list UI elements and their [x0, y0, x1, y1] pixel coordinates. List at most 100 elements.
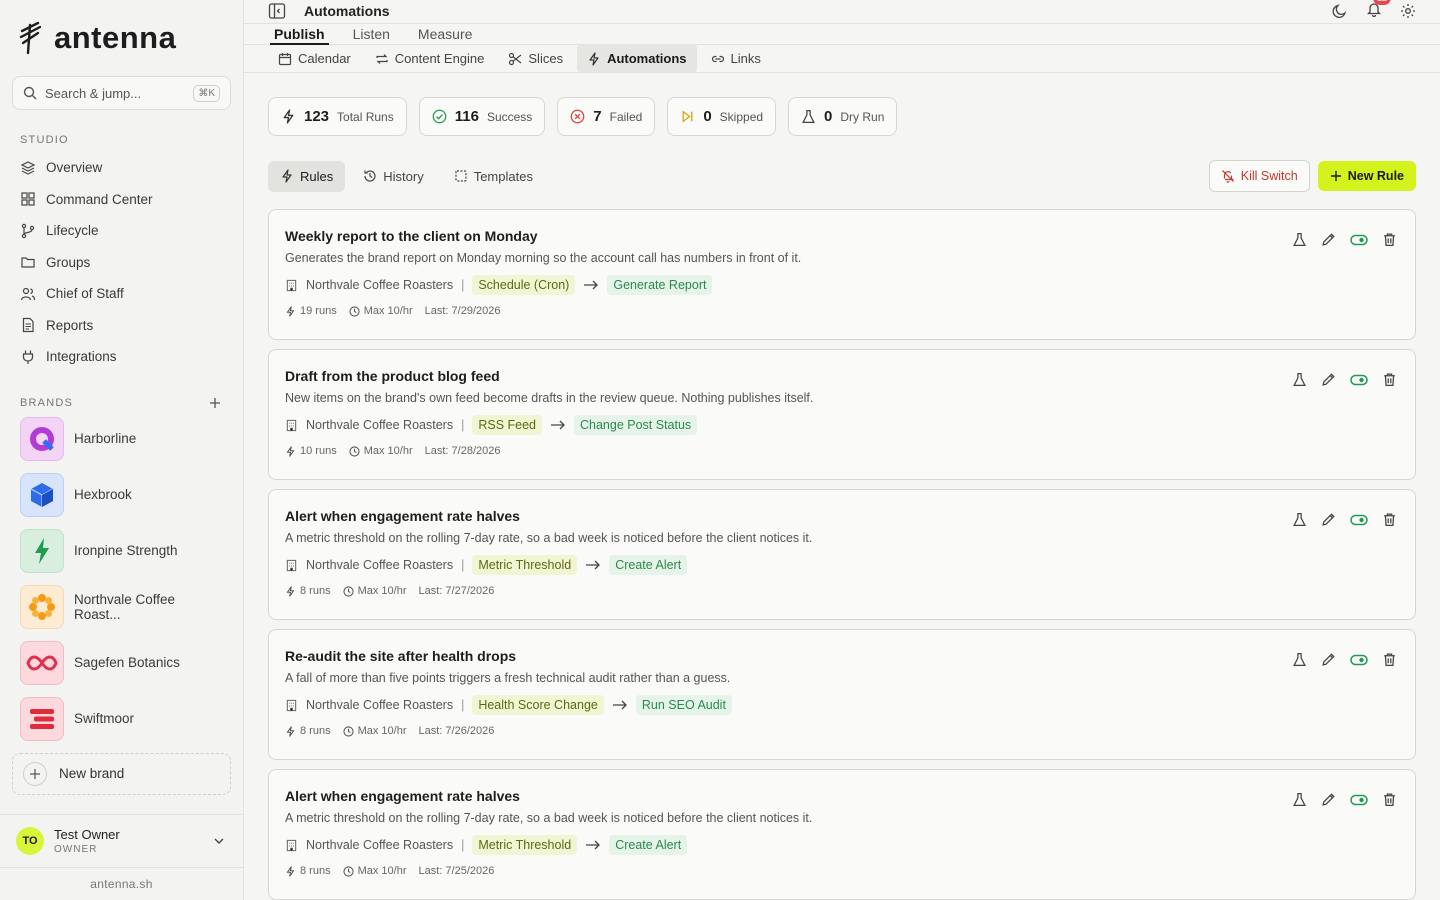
user-menu[interactable]: TO Test Owner OWNER — [0, 814, 243, 868]
flask-icon[interactable] — [1292, 232, 1307, 247]
page-title: Automations — [304, 3, 390, 20]
tab-rules[interactable]: Rules — [268, 160, 346, 192]
rule-runs: 10 runs — [285, 445, 337, 457]
toggle-on-icon[interactable] — [1350, 794, 1368, 806]
stat-skipped[interactable]: 0 Skipped — [667, 97, 777, 136]
rule-card[interactable]: Re-audit the site after health drops A f… — [268, 629, 1416, 760]
logo-text: antenna — [54, 20, 177, 55]
brand-item-northvale[interactable]: Northvale Coffee Roast... — [0, 579, 243, 635]
rule-card[interactable]: Draft from the product blog feed New ite… — [268, 349, 1416, 480]
brand-item-sagefen[interactable]: Sagefen Botanics — [0, 635, 243, 691]
gear-icon[interactable] — [1400, 3, 1416, 19]
rules-list: Weekly report to the client on Monday Ge… — [268, 209, 1416, 900]
pencil-icon[interactable] — [1321, 232, 1336, 247]
toggle-on-icon[interactable] — [1350, 234, 1368, 246]
bolt-icon — [589, 51, 599, 66]
rule-runs: 19 runs — [285, 305, 337, 317]
trash-icon[interactable] — [1382, 372, 1397, 387]
new-brand-button[interactable]: New brand — [12, 752, 231, 795]
bolt-icon — [286, 585, 295, 597]
branch-icon — [21, 223, 35, 238]
toggle-on-icon[interactable] — [1350, 654, 1368, 666]
tab-automations[interactable]: Automations — [577, 45, 697, 72]
stat-failed[interactable]: 7 Failed — [557, 97, 656, 136]
tab-listen[interactable]: Listen — [353, 24, 390, 44]
pencil-icon[interactable] — [1321, 372, 1336, 387]
moon-icon[interactable] — [1332, 3, 1348, 19]
tab-history[interactable]: History — [351, 161, 435, 192]
stat-success[interactable]: 116 Success — [418, 97, 546, 136]
trash-icon[interactable] — [1382, 652, 1397, 667]
pencil-icon[interactable] — [1321, 652, 1336, 667]
clock-icon — [343, 585, 354, 597]
rule-rate-limit: Max 10/hr — [349, 305, 413, 317]
stat-total-runs[interactable]: 123 Total Runs — [268, 97, 407, 136]
sidebar-item-command-center[interactable]: Command Center — [0, 184, 243, 216]
scissors-icon — [509, 52, 522, 65]
swiftmoor-logo-icon — [20, 696, 64, 741]
plug-icon — [22, 350, 34, 364]
flask-icon[interactable] — [1292, 792, 1307, 807]
rule-title: Re-audit the site after health drops — [285, 648, 517, 664]
repeat-icon — [376, 53, 388, 64]
tab-measure[interactable]: Measure — [418, 24, 472, 44]
users-icon — [20, 287, 36, 300]
stat-dry-run[interactable]: 0 Dry Run — [788, 97, 898, 136]
notifications-button[interactable]: 12 — [1366, 0, 1391, 22]
pencil-icon[interactable] — [1321, 792, 1336, 807]
sidebar-item-reports[interactable]: Reports — [0, 310, 243, 342]
trash-icon[interactable] — [1382, 792, 1397, 807]
pencil-icon[interactable] — [1321, 512, 1336, 527]
trash-icon[interactable] — [1382, 232, 1397, 247]
rule-brand: Northvale Coffee Roasters — [306, 698, 454, 712]
sidebar-item-overview[interactable]: Overview — [0, 152, 243, 184]
flask-icon[interactable] — [1292, 652, 1307, 667]
building-icon — [286, 699, 297, 711]
sidebar-item-integrations[interactable]: Integrations — [0, 341, 243, 373]
northvale-logo-icon — [20, 584, 64, 629]
new-rule-button[interactable]: New Rule — [1317, 161, 1416, 191]
template-icon — [455, 170, 467, 182]
kill-switch-button[interactable]: Kill Switch — [1208, 160, 1310, 192]
brand-item-harborline[interactable]: Harborline — [0, 411, 243, 467]
tab-slices[interactable]: Slices — [498, 45, 573, 72]
brand-item-swiftmoor[interactable]: Swiftmoor — [0, 691, 243, 747]
brand-item-hexbrook[interactable]: Hexbrook — [0, 467, 243, 523]
sidebar-item-lifecycle[interactable]: Lifecycle — [0, 215, 243, 247]
rule-flow: Northvale Coffee Roasters | Metric Thres… — [285, 555, 1399, 575]
flask-icon[interactable] — [1292, 512, 1307, 527]
tab-publish[interactable]: Publish — [270, 24, 329, 46]
rule-card[interactable]: Weekly report to the client on Monday Ge… — [268, 209, 1416, 340]
rule-actions — [1292, 652, 1397, 667]
search-icon — [23, 86, 37, 100]
rule-actions — [1292, 372, 1397, 387]
trash-icon[interactable] — [1382, 512, 1397, 527]
check-circle-icon — [432, 109, 447, 124]
rule-actions — [1292, 232, 1397, 247]
flask-icon[interactable] — [1292, 372, 1307, 387]
trigger-badge: Metric Threshold — [472, 835, 578, 855]
toggle-on-icon[interactable] — [1350, 374, 1368, 386]
trigger-badge: Schedule (Cron) — [472, 275, 576, 295]
main: Automations 12 Publish Listen Measure Ca… — [244, 0, 1440, 900]
tab-templates[interactable]: Templates — [442, 161, 545, 192]
toggle-on-icon[interactable] — [1350, 514, 1368, 526]
rule-card[interactable]: Alert when engagement rate halves A metr… — [268, 489, 1416, 620]
rule-description: A metric threshold on the rolling 7-day … — [285, 531, 813, 545]
rule-actions — [1292, 792, 1397, 807]
antenna-logo-icon — [19, 21, 42, 55]
tab-calendar[interactable]: Calendar — [268, 45, 361, 72]
sidebar-item-chief-of-staff[interactable]: Chief of Staff — [0, 278, 243, 310]
brand-item-ironpine-strength[interactable]: Ironpine Strength — [0, 523, 243, 579]
rule-card[interactable]: Alert when engagement rate halves A metr… — [268, 769, 1416, 900]
sidebar-toggle-icon[interactable] — [268, 2, 286, 20]
sidebar-item-groups[interactable]: Groups — [0, 247, 243, 279]
tab-content-engine[interactable]: Content Engine — [365, 45, 495, 72]
skip-icon — [682, 110, 693, 123]
stats-row: 123 Total Runs 116 Success 7 Failed 0 Sk… — [268, 97, 1416, 136]
rule-rate-limit: Max 10/hr — [349, 445, 413, 457]
logo[interactable]: antenna — [0, 0, 243, 76]
tab-links[interactable]: Links — [701, 45, 771, 72]
add-brand-icon[interactable] — [209, 397, 221, 409]
search-input[interactable]: Search & jump... ⌘K — [12, 76, 231, 110]
